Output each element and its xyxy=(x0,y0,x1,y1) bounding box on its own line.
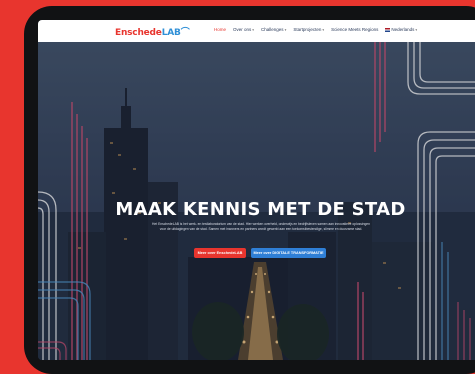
site-logo[interactable]: EnschedeLAB⌒ xyxy=(115,25,190,38)
main-navigation: Home Over ons ▾ Challenges ▾ Startprojec… xyxy=(214,27,417,32)
nav-item-challenges[interactable]: Challenges ▾ xyxy=(261,27,286,32)
chevron-down-icon: ▾ xyxy=(415,27,418,32)
nav-item-over-ons[interactable]: Over ons ▾ xyxy=(233,27,254,32)
nav-item-label: Home xyxy=(214,27,227,32)
logo-mark-icon: ⌒ xyxy=(180,28,190,38)
language-selector[interactable]: Nederlands ▾ xyxy=(385,27,417,32)
dutch-flag-icon xyxy=(385,27,391,32)
hero-description: Het EnschedeLAB is het werk- en testlabo… xyxy=(152,222,370,231)
nav-item-science-meets-regions[interactable]: Science Meets Regions xyxy=(331,27,378,32)
chevron-down-icon: ▾ xyxy=(322,27,325,32)
logo-text-part1: Enschede xyxy=(115,28,162,38)
chevron-down-icon: ▾ xyxy=(284,27,287,32)
nav-item-label: Startprojecten xyxy=(293,27,322,32)
more-about-digital-transformation-button[interactable]: Meer over DIGITALE TRANSFORMATIE xyxy=(251,248,326,258)
nav-item-home[interactable]: Home xyxy=(214,27,226,32)
nav-item-startprojecten[interactable]: Startprojecten ▾ xyxy=(293,27,324,32)
nav-item-label: Over ons xyxy=(233,27,252,32)
more-about-enschedelab-button[interactable]: Meer over EnschedeLAB xyxy=(194,248,246,258)
chevron-down-icon: ▾ xyxy=(252,27,255,32)
logo-text-part2: LAB xyxy=(161,28,181,38)
hero-title: MAAK KENNIS MET DE STAD xyxy=(115,199,406,220)
nav-item-label: Challenges xyxy=(261,27,284,32)
language-label: Nederlands xyxy=(391,27,415,32)
browser-screen: EnschedeLAB⌒ Home Over ons ▾ Challenges … xyxy=(38,20,475,360)
hero-section: MAAK KENNIS MET DE STAD Het EnschedeLAB … xyxy=(38,42,475,360)
nav-item-label: Science Meets Regions xyxy=(331,27,379,32)
site-header: EnschedeLAB⌒ Home Over ons ▾ Challenges … xyxy=(38,20,475,43)
